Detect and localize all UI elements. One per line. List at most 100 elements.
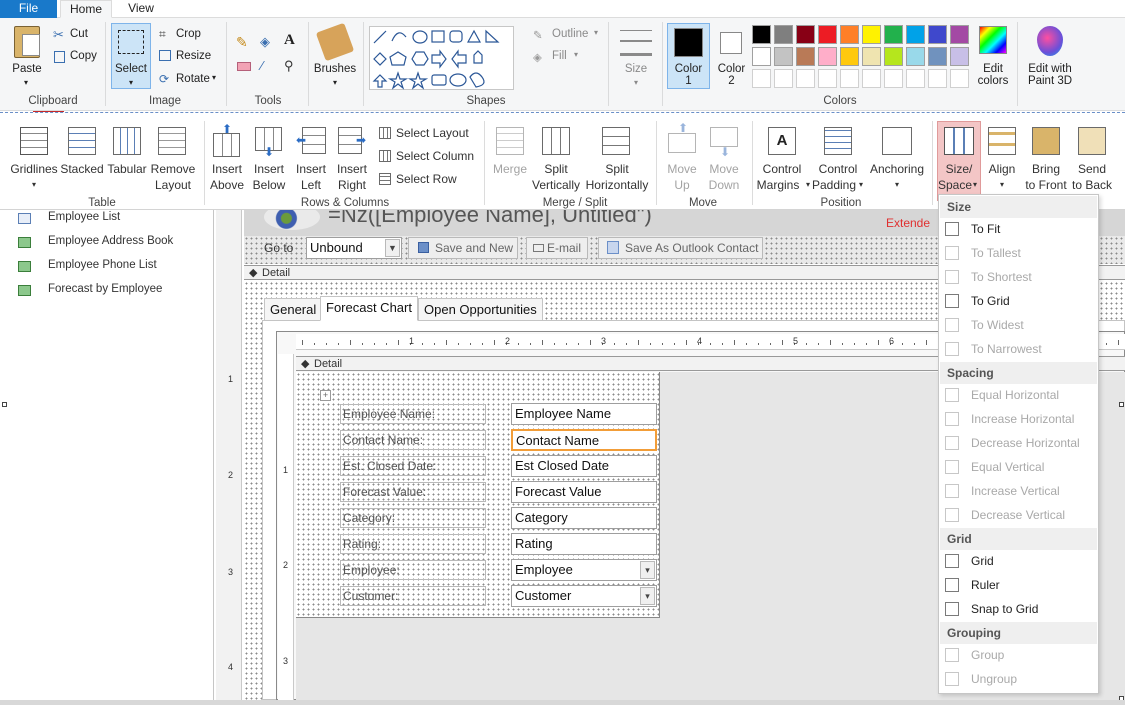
palette-swatch[interactable]: [818, 25, 837, 44]
field-label[interactable]: Forecast Value:: [340, 482, 486, 502]
tabular-button[interactable]: Tabular: [104, 161, 150, 177]
magnifier-icon[interactable]: ⚲: [284, 58, 294, 74]
palette-swatch-empty[interactable]: [862, 69, 881, 88]
select-layout-button[interactable]: Select Layout: [396, 126, 469, 140]
menu-item-increase-horizontal[interactable]: Increase Horizontal: [940, 408, 1097, 430]
palette-swatch[interactable]: [884, 47, 903, 66]
bring-to-front-button-a[interactable]: Bring: [1022, 161, 1070, 177]
color-picker-icon[interactable]: ⁄: [261, 58, 263, 73]
field-textbox[interactable]: Contact Name: [511, 429, 657, 451]
menu-item-to-widest[interactable]: To Widest: [940, 314, 1097, 336]
palette-swatch-empty[interactable]: [906, 69, 925, 88]
size-space-chevron-icon[interactable]: ▾: [970, 177, 980, 193]
bring-to-front-button-b[interactable]: to Front: [1022, 177, 1070, 193]
fill-icon[interactable]: ◈: [260, 34, 270, 50]
insert-above-button-b[interactable]: Above: [206, 177, 248, 193]
layout-selector-icon[interactable]: +: [320, 390, 331, 401]
fill-chevron-icon[interactable]: ▾: [574, 50, 578, 59]
menu-item-increase-vertical[interactable]: Increase Vertical: [940, 480, 1097, 502]
move-up-button-b[interactable]: Up: [660, 177, 704, 193]
outline-button[interactable]: Outline: [552, 28, 588, 40]
size-button[interactable]: Size: [616, 63, 656, 76]
palette-swatch[interactable]: [862, 25, 881, 44]
send-to-back-button-b[interactable]: to Back: [1068, 177, 1116, 193]
menu-item-to-grid[interactable]: To Grid: [940, 290, 1097, 312]
palette-swatch[interactable]: [884, 25, 903, 44]
control-padding-button-b[interactable]: Padding: [808, 177, 860, 193]
tab-open-opportunities[interactable]: Open Opportunities: [418, 298, 543, 321]
shapes-gallery[interactable]: [369, 26, 514, 90]
goto-combo[interactable]: Unbound ▼: [306, 237, 402, 259]
select-chevron-icon[interactable]: ▾: [125, 76, 137, 89]
field-label[interactable]: Rating:: [340, 534, 486, 554]
palette-swatch[interactable]: [950, 47, 969, 66]
size-chevron-icon[interactable]: ▾: [630, 76, 642, 89]
move-down-button-b[interactable]: Down: [702, 177, 746, 193]
field-label[interactable]: Category:: [340, 508, 486, 528]
menu-item-to-narrowest[interactable]: To Narrowest: [940, 338, 1097, 360]
gridlines-button[interactable]: Gridlines: [6, 161, 62, 177]
palette-swatch-empty[interactable]: [840, 69, 859, 88]
palette-swatch-empty[interactable]: [818, 69, 837, 88]
field-textbox[interactable]: Category: [511, 507, 657, 529]
select-column-button[interactable]: Select Column: [396, 149, 474, 163]
chevron-down-icon[interactable]: ▾: [640, 561, 655, 579]
eraser-icon[interactable]: [237, 62, 251, 71]
anchoring-chevron-icon[interactable]: ▾: [891, 177, 903, 193]
palette-swatch[interactable]: [928, 47, 947, 66]
anchoring-button[interactable]: Anchoring: [866, 161, 928, 177]
field-label[interactable]: Est. Closed Date:: [340, 456, 486, 476]
outline-chevron-icon[interactable]: ▾: [594, 28, 598, 37]
text-icon[interactable]: A: [284, 32, 295, 49]
palette-swatch[interactable]: [928, 25, 947, 44]
fill-button[interactable]: Fill: [552, 50, 567, 62]
rotate-chevron-icon[interactable]: ▾: [212, 73, 216, 82]
tab-home[interactable]: Home: [60, 0, 112, 18]
field-textbox[interactable]: Forecast Value: [511, 481, 657, 503]
control-padding-chevron-icon[interactable]: ▾: [856, 177, 866, 193]
menu-item-ungroup[interactable]: Ungroup: [940, 668, 1097, 690]
align-button[interactable]: Align: [982, 161, 1022, 177]
move-down-button-a[interactable]: Move: [702, 161, 746, 177]
select-button[interactable]: Select: [111, 63, 151, 76]
select-row-button[interactable]: Select Row: [396, 172, 457, 186]
email-button[interactable]: E-mail: [526, 237, 588, 259]
brushes-chevron-icon[interactable]: ▾: [329, 76, 341, 89]
pencil-icon[interactable]: ✎: [236, 34, 248, 51]
edit-paint3d-button-b[interactable]: Paint 3D: [1022, 75, 1078, 88]
rotate-button[interactable]: Rotate: [176, 73, 210, 85]
split-vertically-button-b[interactable]: Vertically: [528, 177, 584, 193]
control-margins-button-a[interactable]: Control: [756, 161, 808, 177]
field-label[interactable]: Employee:: [340, 560, 486, 580]
insert-left-button-b[interactable]: Left: [291, 177, 331, 193]
stacked-button[interactable]: Stacked: [58, 161, 106, 177]
tab-file[interactable]: File: [0, 0, 57, 18]
merge-button[interactable]: Merge: [488, 161, 532, 177]
palette-swatch[interactable]: [774, 47, 793, 66]
tab-forecast-chart[interactable]: Forecast Chart: [320, 296, 418, 321]
insert-above-button-a[interactable]: Insert: [206, 161, 248, 177]
remove-layout-button-a[interactable]: Remove: [148, 161, 198, 177]
align-chevron-icon[interactable]: ▾: [996, 177, 1008, 193]
palette-swatch[interactable]: [818, 47, 837, 66]
control-margins-button-b[interactable]: Margins: [750, 177, 806, 193]
field-combo[interactable]: Customer ▾: [511, 585, 657, 607]
tab-view[interactable]: View: [118, 0, 164, 18]
menu-item-to-tallest[interactable]: To Tallest: [940, 242, 1097, 264]
copy-button[interactable]: Copy: [70, 50, 97, 62]
resize-handle[interactable]: [2, 402, 7, 407]
gridlines-chevron-icon[interactable]: ▾: [28, 177, 40, 193]
tab-general[interactable]: General: [264, 298, 323, 321]
save-and-new-button[interactable]: Save and New: [408, 237, 518, 259]
split-horizontally-button-a[interactable]: Split: [582, 161, 652, 177]
header-extended-label[interactable]: Extende: [886, 216, 930, 230]
color2-swatch[interactable]: [720, 32, 742, 54]
insert-below-button-a[interactable]: Insert: [248, 161, 290, 177]
field-textbox[interactable]: Rating: [511, 533, 657, 555]
size-space-button-a[interactable]: Size/: [937, 161, 981, 177]
header-expression[interactable]: =Nz([Employee Name], Untitled"): [328, 210, 652, 228]
palette-swatch-empty[interactable]: [752, 69, 771, 88]
move-up-button-a[interactable]: Move: [660, 161, 704, 177]
menu-item-decrease-horizontal[interactable]: Decrease Horizontal: [940, 432, 1097, 454]
split-vertically-button-a[interactable]: Split: [528, 161, 584, 177]
